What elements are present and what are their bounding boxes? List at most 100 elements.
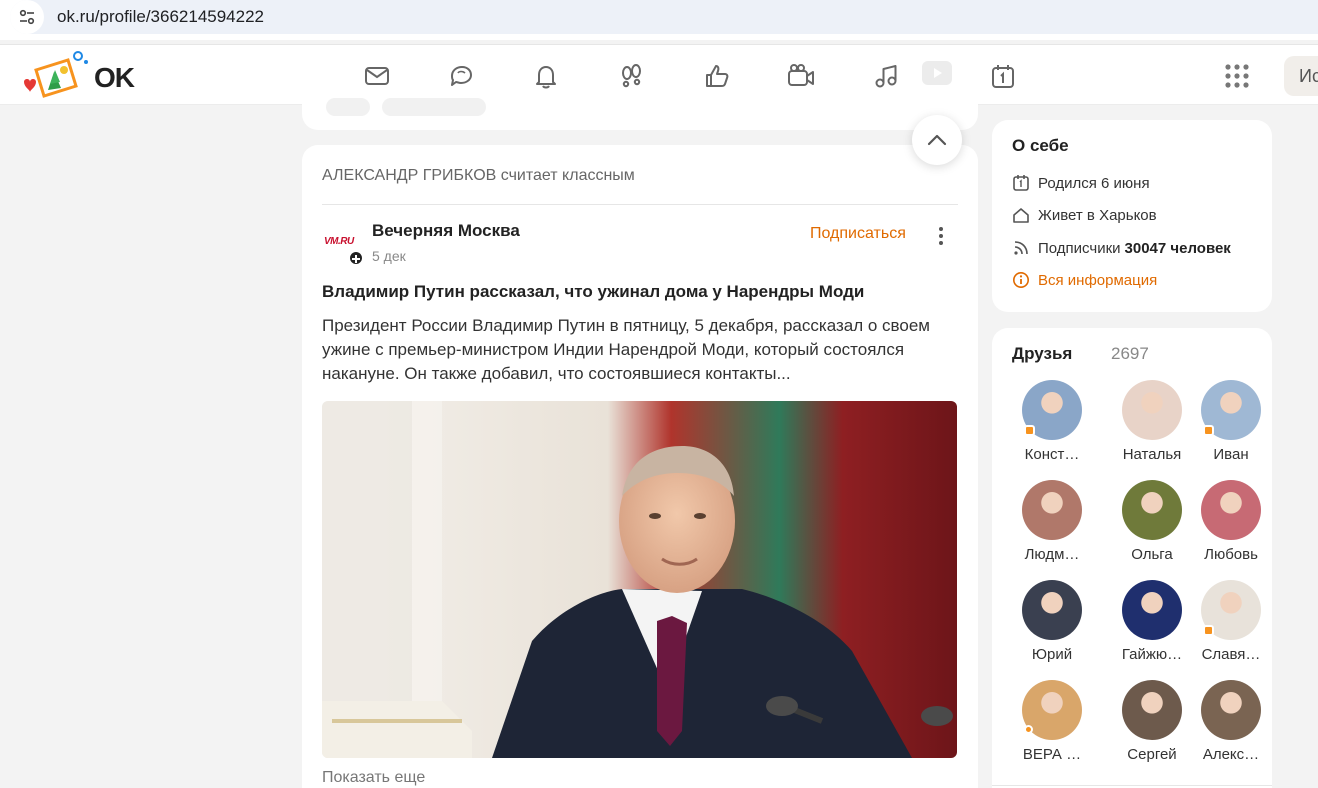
- about-card: О себе Родился 6 июня Живет в Харьков По…: [992, 120, 1272, 312]
- friend-avatar[interactable]: [1122, 580, 1182, 640]
- site-settings-icon[interactable]: [10, 0, 44, 34]
- friend-item[interactable]: Алекс…: [1191, 680, 1271, 763]
- liked-by-user[interactable]: АЛЕКСАНДР ГРИБКОВ: [322, 167, 496, 184]
- friend-item[interactable]: Славя…: [1191, 580, 1271, 663]
- friend-avatar[interactable]: [1022, 480, 1082, 540]
- url-field[interactable]: ok.ru/profile/366214594222: [10, 0, 1318, 34]
- guests-icon[interactable]: [616, 61, 646, 91]
- url-text: ok.ru/profile/366214594222: [57, 7, 264, 26]
- ok-logo[interactable]: OK: [14, 48, 135, 104]
- about-subscribers-label: Подписчики: [1038, 239, 1121, 257]
- friend-avatar[interactable]: [1201, 480, 1261, 540]
- subscribe-button[interactable]: Подписаться: [810, 225, 906, 243]
- friends-title[interactable]: Друзья: [1012, 344, 1072, 364]
- feed-post-card: АЛЕКСАНДР ГРИБКОВ считает классным VM.RU…: [302, 145, 978, 788]
- liked-by-suffix: считает классным: [500, 167, 635, 184]
- ok-logo-icon: [24, 51, 88, 98]
- about-subscribers[interactable]: Подписчики 30047 человек: [1012, 239, 1231, 257]
- discussions-icon[interactable]: [446, 61, 476, 91]
- post-title[interactable]: Владимир Путин рассказал, что ужинал дом…: [322, 282, 962, 302]
- about-city-label: Живет в: [1038, 206, 1095, 224]
- about-birthday-label: Родился: [1038, 174, 1097, 192]
- ok-badge-icon: [1203, 625, 1214, 636]
- all-info-link[interactable]: Вся информация: [1012, 271, 1157, 289]
- friend-name[interactable]: Любовь: [1191, 546, 1271, 563]
- rss-icon: [1012, 239, 1030, 257]
- friend-photo: [1122, 580, 1182, 640]
- friend-name[interactable]: Сергей: [1112, 746, 1192, 763]
- friend-name[interactable]: Гайжю…: [1112, 646, 1192, 663]
- music-icon[interactable]: [871, 61, 901, 91]
- friend-name[interactable]: Славя…: [1191, 646, 1271, 663]
- friend-photo: [1201, 480, 1261, 540]
- friend-photo: [1201, 680, 1261, 740]
- friend-item[interactable]: Сергей: [1112, 680, 1192, 763]
- previous-post-action[interactable]: [326, 98, 370, 116]
- friend-item[interactable]: Гайжю…: [1112, 580, 1192, 663]
- friend-name[interactable]: Ольга: [1112, 546, 1192, 563]
- about-city-value[interactable]: Харьков: [1099, 207, 1157, 224]
- calendar-icon: [1012, 174, 1030, 192]
- friend-photo: [1022, 580, 1082, 640]
- friend-avatar[interactable]: [1122, 680, 1182, 740]
- friend-photo: [1122, 480, 1182, 540]
- search-input[interactable]: Ис: [1284, 56, 1318, 96]
- friend-item[interactable]: Наталья: [1112, 380, 1192, 463]
- video-call-icon[interactable]: [786, 61, 816, 91]
- previous-post-action[interactable]: [382, 98, 486, 116]
- friend-name[interactable]: Юрий: [1012, 646, 1092, 663]
- chevron-up-icon: [927, 134, 947, 146]
- notifications-icon[interactable]: [531, 61, 561, 91]
- post-date[interactable]: 5 дек: [372, 248, 406, 264]
- friend-name[interactable]: ВЕРА …: [1012, 746, 1092, 763]
- show-more-link[interactable]: Показать еще: [322, 769, 425, 787]
- friend-avatar[interactable]: [1122, 380, 1182, 440]
- post-text[interactable]: Президент России Владимир Путин в пятниц…: [322, 314, 952, 386]
- friend-avatar[interactable]: [1201, 680, 1261, 740]
- more-options-icon[interactable]: [932, 225, 950, 247]
- video-icon[interactable]: [921, 60, 953, 86]
- previous-post-card: [302, 90, 978, 130]
- group-badge-icon: [348, 250, 364, 266]
- ok-logo-text: OK: [94, 62, 135, 93]
- friend-avatar[interactable]: [1122, 480, 1182, 540]
- friends-count[interactable]: 2697: [1111, 344, 1149, 364]
- friend-avatar[interactable]: [1022, 380, 1082, 440]
- friend-name[interactable]: Конст…: [1012, 446, 1092, 463]
- apps-grid-icon[interactable]: [1224, 63, 1250, 89]
- about-city: Живет в Харьков: [1012, 206, 1157, 224]
- post-image[interactable]: [322, 401, 957, 758]
- divider: [322, 204, 958, 205]
- friend-avatar[interactable]: [1201, 580, 1261, 640]
- friend-item[interactable]: Юрий: [1012, 580, 1092, 663]
- friend-item[interactable]: Иван: [1191, 380, 1271, 463]
- source-name[interactable]: Вечерняя Москва: [372, 221, 520, 241]
- friend-avatar[interactable]: [1022, 580, 1082, 640]
- friend-item[interactable]: Любовь: [1191, 480, 1271, 563]
- friend-item[interactable]: Людм…: [1012, 480, 1092, 563]
- friend-avatar[interactable]: [1022, 680, 1082, 740]
- divider: [992, 785, 1272, 786]
- about-birthday-value: 6 июня: [1101, 174, 1150, 192]
- friend-name[interactable]: Иван: [1191, 446, 1271, 463]
- friend-name[interactable]: Наталья: [1112, 446, 1192, 463]
- reactions-icon[interactable]: [702, 61, 732, 91]
- friends-card: Друзья 2697 Конст… Наталья Иван Людм… Ольга Л…: [992, 328, 1272, 788]
- friend-name[interactable]: Людм…: [1012, 546, 1092, 563]
- home-icon: [1012, 206, 1030, 224]
- friend-name[interactable]: Алекс…: [1191, 746, 1271, 763]
- messages-icon[interactable]: [362, 61, 392, 91]
- online-indicator-icon: [1024, 725, 1033, 734]
- scroll-to-top-button[interactable]: [912, 115, 962, 165]
- friend-item[interactable]: Ольга: [1112, 480, 1192, 563]
- friend-item[interactable]: ВЕРА …: [1012, 680, 1092, 763]
- friend-avatar[interactable]: [1201, 380, 1261, 440]
- ok-badge-icon: [1203, 425, 1214, 436]
- browser-address-bar: ok.ru/profile/366214594222: [0, 0, 1318, 40]
- friend-photo: [1022, 480, 1082, 540]
- friend-item[interactable]: Конст…: [1012, 380, 1092, 463]
- events-icon[interactable]: [988, 61, 1018, 91]
- info-icon: [1012, 271, 1030, 289]
- all-info-label[interactable]: Вся информация: [1038, 272, 1157, 289]
- about-subscribers-value: 30047 человек: [1124, 239, 1231, 257]
